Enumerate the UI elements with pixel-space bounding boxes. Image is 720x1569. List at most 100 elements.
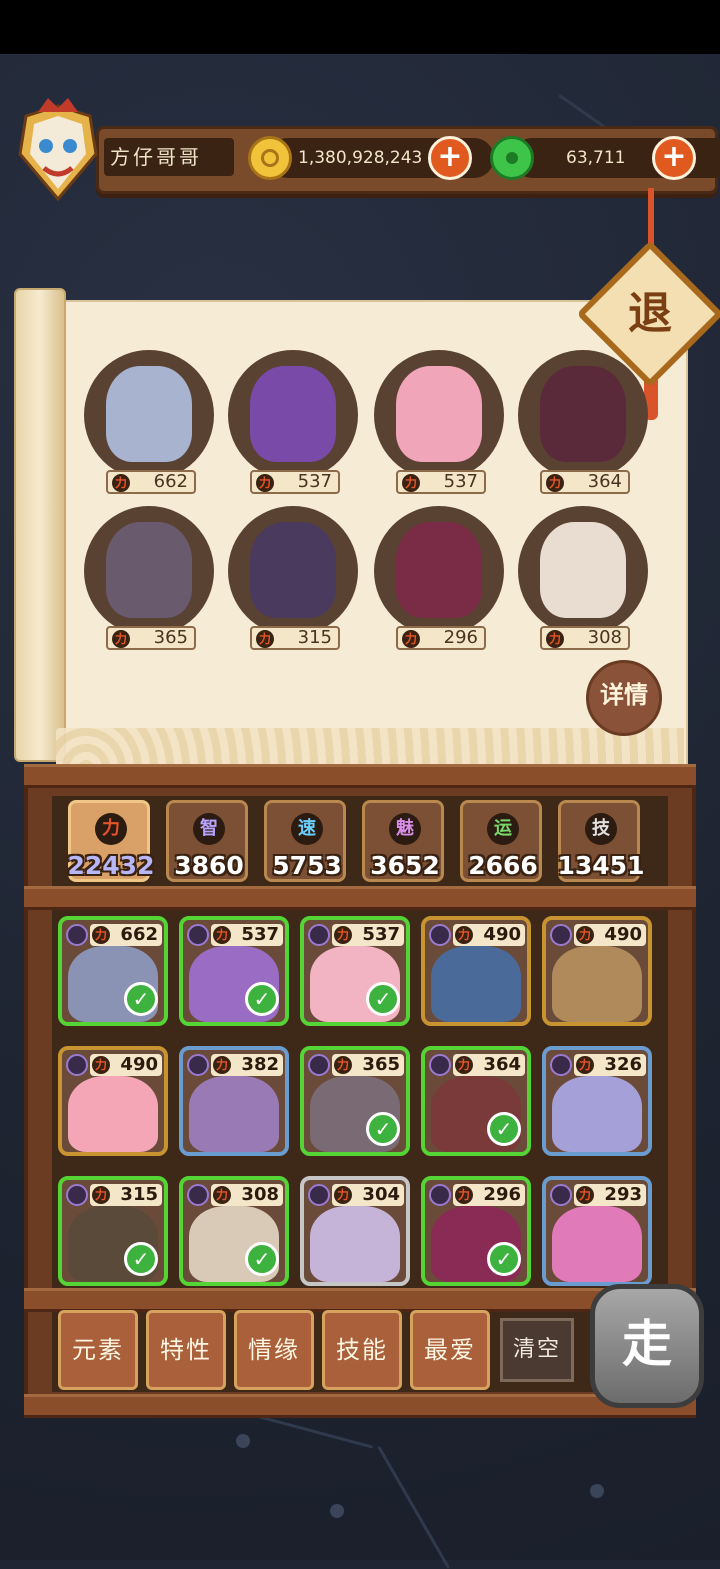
filter-bond-button[interactable]: 情缘 bbox=[234, 1310, 314, 1390]
hero-portrait bbox=[396, 522, 482, 618]
stat-tab[interactable]: 魅 3652 bbox=[362, 800, 444, 882]
stat-icon: 速 bbox=[291, 813, 323, 845]
add-jade-button[interactable]: + bbox=[652, 136, 696, 180]
power-icon: 力 bbox=[92, 1186, 110, 1204]
team-slot[interactable]: 力 315 bbox=[228, 506, 358, 650]
hero-portrait bbox=[106, 522, 192, 618]
hero-power-value: 537 bbox=[241, 924, 279, 945]
filter-element-button[interactable]: 元素 bbox=[58, 1310, 138, 1390]
power-icon: 力 bbox=[213, 1056, 231, 1074]
stat-tab[interactable]: 力 22432 bbox=[68, 800, 154, 882]
cabinet-base bbox=[24, 1394, 696, 1418]
hero-power-value: 304 bbox=[362, 1184, 400, 1205]
hero-card[interactable]: 力 296 ✓ bbox=[421, 1176, 531, 1286]
hero-power-value: 365 bbox=[153, 627, 188, 648]
player-avatar-icon[interactable] bbox=[8, 94, 108, 204]
stat-value: 3652 bbox=[370, 851, 440, 880]
hero-power-value: 326 bbox=[604, 1054, 642, 1075]
team-slot[interactable]: 力 365 bbox=[84, 506, 214, 650]
hero-card[interactable]: 力 382 bbox=[179, 1046, 289, 1156]
hero-power-value: 537 bbox=[297, 471, 332, 492]
stat-icon: 运 bbox=[487, 813, 519, 845]
hero-portrait bbox=[552, 1076, 642, 1152]
filter-favorite-button[interactable]: 最爱 bbox=[410, 1310, 490, 1390]
hero-power: 力 364 bbox=[540, 470, 630, 494]
team-slot[interactable]: 力 537 bbox=[228, 350, 358, 494]
stat-tab[interactable]: 技 13451 bbox=[558, 800, 644, 882]
selected-check-icon: ✓ bbox=[487, 1242, 521, 1276]
hero-power-value: 308 bbox=[587, 627, 622, 648]
hero-portrait bbox=[552, 946, 642, 1022]
selected-check-icon: ✓ bbox=[124, 982, 158, 1016]
moon-element-icon bbox=[550, 924, 572, 946]
stat-icon: 力 bbox=[95, 813, 127, 845]
stat-tab[interactable]: 运 2666 bbox=[460, 800, 542, 882]
stat-value: 13451 bbox=[557, 851, 645, 880]
hero-card[interactable]: 力 293 bbox=[542, 1176, 652, 1286]
moon-element-icon bbox=[550, 1054, 572, 1076]
moon-element-icon bbox=[308, 924, 330, 946]
team-slot[interactable]: 力 662 bbox=[84, 350, 214, 494]
power-icon: 力 bbox=[334, 1056, 352, 1074]
hero-card[interactable]: 力 490 bbox=[542, 916, 652, 1026]
hero-card[interactable]: 力 490 bbox=[421, 916, 531, 1026]
hero-portrait bbox=[189, 1076, 279, 1152]
hero-power-value: 296 bbox=[443, 627, 478, 648]
moon-element-icon bbox=[66, 1054, 88, 1076]
moon-element-icon bbox=[308, 1184, 330, 1206]
filter-skill-button[interactable]: 技能 bbox=[322, 1310, 402, 1390]
hero-power-value: 293 bbox=[604, 1184, 642, 1205]
moon-element-icon bbox=[187, 1184, 209, 1206]
hero-power: 力 662 bbox=[106, 470, 196, 494]
hero-power: 力 364 bbox=[453, 1054, 525, 1076]
hero-card[interactable]: 力 308 ✓ bbox=[179, 1176, 289, 1286]
stat-icon: 智 bbox=[193, 813, 225, 845]
hero-card[interactable]: 力 364 ✓ bbox=[421, 1046, 531, 1156]
hero-power: 力 365 bbox=[106, 626, 196, 650]
hero-power: 力 537 bbox=[250, 470, 340, 494]
hero-power: 力 537 bbox=[332, 924, 404, 946]
clear-button[interactable]: 清空 bbox=[500, 1318, 574, 1382]
team-slot[interactable]: 力 308 bbox=[518, 506, 648, 650]
scroll-roller bbox=[14, 288, 66, 762]
hero-card[interactable]: 力 304 bbox=[300, 1176, 410, 1286]
filter-trait-button[interactable]: 特性 bbox=[146, 1310, 226, 1390]
team-slot[interactable]: 力 364 bbox=[518, 350, 648, 494]
hero-power-value: 537 bbox=[443, 471, 478, 492]
stat-tab[interactable]: 速 5753 bbox=[264, 800, 346, 882]
hero-power-value: 365 bbox=[362, 1054, 400, 1075]
status-bar bbox=[0, 0, 720, 54]
moon-element-icon bbox=[66, 1184, 88, 1206]
selected-check-icon: ✓ bbox=[366, 1112, 400, 1146]
hero-power: 力 490 bbox=[574, 924, 646, 946]
hero-card[interactable]: 力 326 bbox=[542, 1046, 652, 1156]
hero-card[interactable]: 力 365 ✓ bbox=[300, 1046, 410, 1156]
scroll-wave-pattern bbox=[56, 728, 684, 768]
team-slot[interactable]: 力 296 bbox=[374, 506, 504, 650]
hero-power: 力 296 bbox=[453, 1184, 525, 1206]
hero-card[interactable]: 力 490 bbox=[58, 1046, 168, 1156]
go-button[interactable]: 走 bbox=[590, 1284, 704, 1408]
hero-portrait bbox=[250, 366, 336, 462]
hero-power-value: 662 bbox=[120, 924, 158, 945]
detail-button[interactable]: 详情 bbox=[586, 660, 662, 736]
power-icon: 力 bbox=[256, 630, 274, 648]
moon-element-icon bbox=[66, 924, 88, 946]
cabinet-beam-stats bbox=[24, 886, 696, 910]
stat-tab[interactable]: 智 3860 bbox=[166, 800, 248, 882]
hero-card[interactable]: 力 537 ✓ bbox=[300, 916, 410, 1026]
team-slot[interactable]: 力 537 bbox=[374, 350, 504, 494]
hero-card[interactable]: 力 537 ✓ bbox=[179, 916, 289, 1026]
cabinet-beam-top bbox=[24, 764, 696, 788]
hero-card[interactable]: 力 315 ✓ bbox=[58, 1176, 168, 1286]
hero-power-value: 315 bbox=[297, 627, 332, 648]
stat-value: 3860 bbox=[174, 851, 244, 880]
hero-power: 力 296 bbox=[396, 626, 486, 650]
hero-power: 力 537 bbox=[396, 470, 486, 494]
hero-power: 力 537 bbox=[211, 924, 283, 946]
hero-power-value: 490 bbox=[483, 924, 521, 945]
add-gold-button[interactable]: + bbox=[428, 136, 472, 180]
stat-value: 22432 bbox=[67, 851, 155, 880]
hero-power-value: 662 bbox=[153, 471, 188, 492]
hero-card[interactable]: 力 662 ✓ bbox=[58, 916, 168, 1026]
